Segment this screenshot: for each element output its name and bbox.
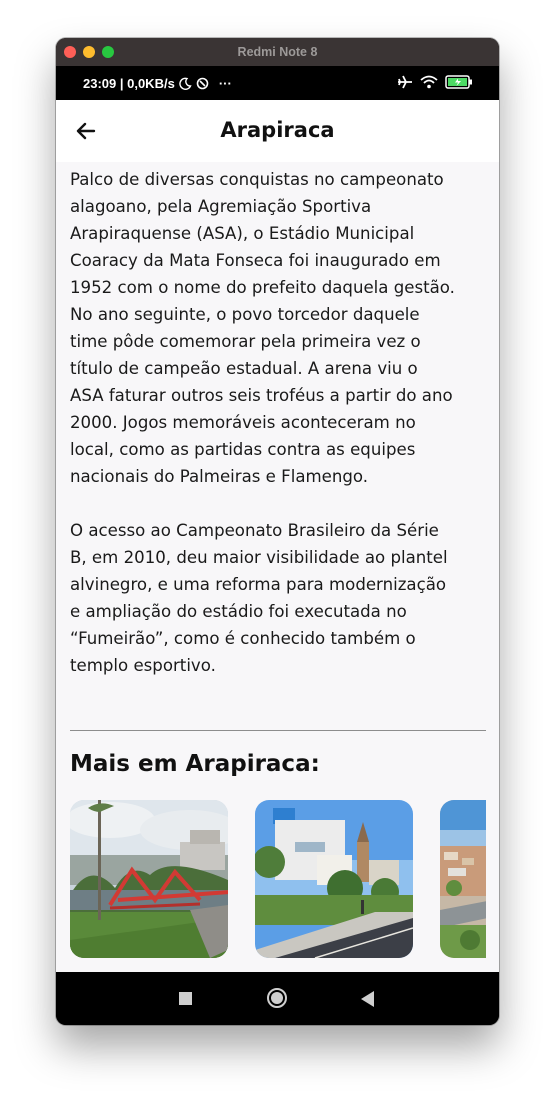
status-bar: 23:09 | 0,0KB/s ··· bbox=[56, 66, 499, 100]
article-paragraph: O acesso ao Campeonato Brasileiro da Sér… bbox=[70, 521, 448, 675]
airplane-icon bbox=[397, 75, 413, 92]
status-time-speed: 23:09 | 0,0KB/s bbox=[83, 76, 175, 91]
recent-apps-button[interactable] bbox=[179, 992, 192, 1005]
data-saver-icon bbox=[196, 77, 209, 90]
zoom-window-button[interactable] bbox=[102, 46, 114, 58]
minimize-window-button[interactable] bbox=[83, 46, 95, 58]
moon-icon bbox=[179, 77, 192, 90]
page-title: Arapiraca bbox=[220, 118, 335, 142]
device-frame: Redmi Note 8 23:09 | 0,0KB/s ··· Arapira… bbox=[56, 38, 499, 1025]
home-button[interactable] bbox=[267, 988, 287, 1008]
app-screen: Arapiraca Palco de diversas conquistas n… bbox=[56, 100, 499, 972]
article-paragraph: Palco de diversas conquistas no campeona… bbox=[70, 170, 455, 486]
place-card-image[interactable] bbox=[440, 800, 486, 958]
close-window-button[interactable] bbox=[64, 46, 76, 58]
window-title: Redmi Note 8 bbox=[237, 45, 318, 59]
status-left: 23:09 | 0,0KB/s ··· bbox=[83, 76, 232, 91]
more-section-title: Mais em Arapiraca: bbox=[70, 751, 320, 777]
system-nav-bar bbox=[56, 972, 499, 1025]
window-controls bbox=[64, 46, 114, 58]
article-body: Palco de diversas conquistas no campeona… bbox=[70, 166, 488, 679]
system-back-button[interactable] bbox=[361, 991, 374, 1007]
wifi-icon bbox=[420, 75, 438, 92]
app-bar: Arapiraca bbox=[56, 100, 499, 162]
status-right bbox=[397, 75, 473, 92]
battery-charging-icon bbox=[445, 75, 473, 92]
place-card-image[interactable] bbox=[70, 800, 228, 958]
places-carousel[interactable] bbox=[70, 800, 486, 958]
section-divider bbox=[70, 730, 486, 731]
place-card-image[interactable] bbox=[255, 800, 413, 958]
status-more-icon: ··· bbox=[218, 76, 232, 91]
window-titlebar: Redmi Note 8 bbox=[56, 38, 499, 66]
